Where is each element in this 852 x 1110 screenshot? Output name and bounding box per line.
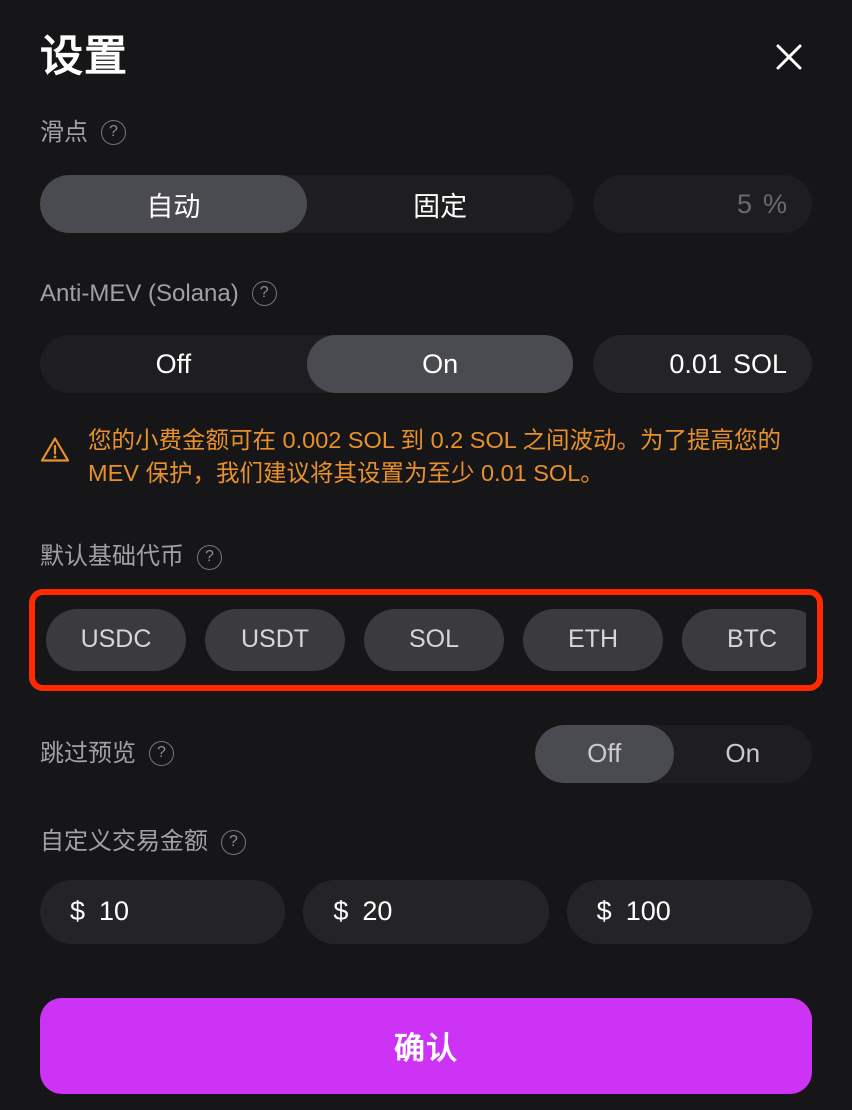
anti-mev-option-on[interactable]: On (306, 335, 574, 393)
custom-amount-input-2[interactable]: $ 20 (303, 879, 549, 944)
anti-mev-controls: Off On 0.01 SOL (40, 335, 812, 393)
token-pill-sol[interactable]: SOL (364, 608, 504, 671)
custom-amount-value-3: 100 (625, 896, 671, 927)
panel-header: 设置 (40, 0, 812, 100)
slippage-unit: % (762, 188, 787, 219)
anti-mev-label-row: Anti-MEV (Solana) ? (40, 281, 812, 306)
anti-mev-tip-unit: SOL (732, 348, 787, 379)
slippage-option-fixed[interactable]: 固定 (307, 175, 574, 233)
currency-symbol: $ (596, 896, 612, 927)
anti-mev-warning-text: 您的小费金额可在 0.002 SOL 到 0.2 SOL 之间波动。为了提高您的… (88, 427, 781, 487)
close-button[interactable] (766, 34, 812, 80)
anti-mev-label: Anti-MEV (Solana) (40, 279, 239, 307)
slippage-label: 滑点 (40, 118, 88, 146)
default-base-token-label-row: 默认基础代币 ? (40, 543, 812, 571)
anti-mev-option-off[interactable]: Off (40, 335, 307, 393)
help-icon-slippage[interactable]: ? (101, 120, 126, 145)
default-base-token-highlight: USDC USDT SOL ETH BTC (29, 588, 823, 691)
custom-amount-input-1[interactable]: $ 10 (40, 879, 286, 944)
warning-triangle-icon (40, 424, 70, 491)
custom-amount-input-3[interactable]: $ 100 (566, 879, 812, 944)
custom-amount-value-2: 20 (362, 896, 393, 927)
help-icon-skip-preview[interactable]: ? (149, 741, 174, 767)
custom-amount-value-1: 10 (99, 896, 130, 927)
skip-preview-label: 跳过预览 (40, 739, 136, 767)
skip-preview-option-on[interactable]: On (674, 725, 813, 783)
custom-amounts-label: 自定义交易金额 (40, 828, 208, 856)
help-icon-anti-mev[interactable]: ? (251, 281, 277, 306)
confirm-button[interactable]: 确认 (40, 997, 812, 1094)
default-base-token-label: 默认基础代币 (40, 543, 184, 571)
slippage-label-row: 滑点 ? (40, 120, 812, 145)
skip-preview-row: 跳过预览 ? Off On (40, 724, 813, 783)
page-title: 设置 (40, 32, 128, 81)
currency-symbol: $ (70, 896, 86, 927)
anti-mev-warning: 您的小费金额可在 0.002 SOL 到 0.2 SOL 之间波动。为了提高您的… (40, 424, 812, 491)
slippage-option-auto[interactable]: 自动 (40, 175, 307, 233)
help-icon-custom-amounts[interactable]: ? (221, 829, 246, 855)
currency-symbol: $ (333, 896, 349, 927)
anti-mev-toggle: Off On (40, 335, 574, 393)
close-icon (774, 42, 804, 72)
slippage-controls: 自动 固定 5 % (40, 175, 812, 233)
slippage-value-input[interactable]: 5 % (593, 175, 812, 233)
custom-amounts-row: $ 10 $ 20 $ 100 (40, 879, 812, 944)
skip-preview-option-off[interactable]: Off (535, 724, 674, 783)
token-pill-usdc[interactable]: USDC (46, 608, 186, 671)
skip-preview-toggle: Off On (535, 724, 813, 783)
default-base-token-row: USDC USDT SOL ETH BTC (46, 608, 806, 671)
anti-mev-tip-value: 0.01 (669, 348, 722, 379)
custom-amounts-label-row: 自定义交易金额 ? (40, 828, 812, 856)
slippage-value: 5 (736, 188, 752, 219)
token-pill-usdt[interactable]: USDT (205, 608, 345, 671)
token-pill-btc[interactable]: BTC (682, 608, 806, 671)
anti-mev-tip-input[interactable]: 0.01 SOL (593, 335, 812, 393)
settings-panel: 设置 滑点 ? 自动 固定 5 % Anti-MEV (Solana) ? Of… (0, 0, 852, 1110)
token-pill-eth[interactable]: ETH (523, 608, 663, 671)
help-icon-default-base-token[interactable]: ? (197, 544, 222, 570)
slippage-mode-toggle: 自动 固定 (40, 175, 574, 233)
skip-preview-label-row: 跳过预览 ? (40, 739, 174, 767)
